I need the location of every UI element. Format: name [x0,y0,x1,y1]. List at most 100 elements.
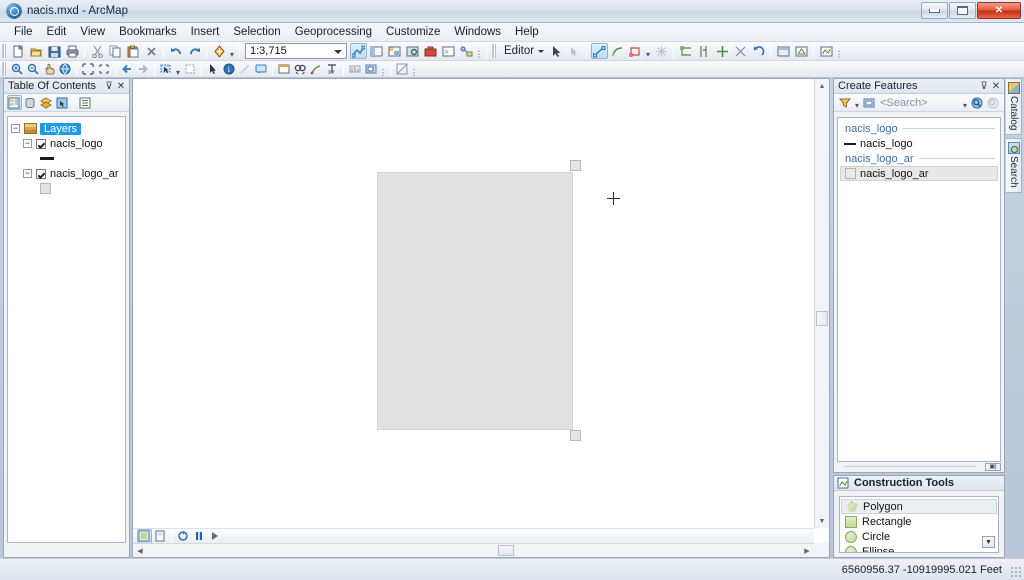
edit-annotation-icon[interactable] [566,43,583,59]
construction-tool-circle[interactable]: Circle [841,529,997,544]
full-extent-icon[interactable] [58,62,73,77]
select-elements-icon[interactable] [206,62,221,77]
arctoolbox-icon[interactable] [422,43,439,59]
maximize-button[interactable] [949,2,976,19]
menu-bookmarks[interactable]: Bookmarks [112,24,184,40]
editor-toolbar-icon[interactable] [349,43,367,59]
search-clear-icon[interactable] [986,95,1001,110]
editor-toolbar-grip[interactable] [492,44,496,58]
tools-toolbar-overflow-icon[interactable]: ⋮ [379,62,387,77]
expander-icon[interactable]: − [11,124,20,133]
html-popup-icon[interactable] [277,62,292,77]
standard-toolbar-overflow-icon[interactable]: ⋮ [475,44,483,59]
midpoint-icon[interactable] [653,43,670,59]
identify-icon[interactable]: i [222,62,237,77]
print-icon[interactable] [64,43,81,59]
add-data-icon[interactable] [211,43,228,59]
paste-icon[interactable] [125,43,142,59]
scroll-up-icon[interactable]: ▲ [815,79,829,93]
close-button[interactable]: ✕ [977,2,1021,19]
editor-menu-button[interactable]: Editor [499,45,547,57]
menu-customize[interactable]: Customize [379,24,447,40]
clear-selection-icon[interactable] [183,62,198,77]
map-horizontal-scrollbar[interactable]: ◀ ▶ [133,543,814,557]
undo-edit-icon[interactable] [750,43,767,59]
create-features-icon[interactable] [818,43,835,59]
menu-selection[interactable]: Selection [226,24,287,40]
bottom-right-handle[interactable] [570,430,581,441]
toc-root-layers[interactable]: − Layers [11,121,125,136]
layer-visibility-checkbox[interactable] [36,138,46,149]
model-builder-icon[interactable] [458,43,475,59]
table-of-contents-icon[interactable] [368,43,385,59]
next-extent-icon[interactable] [136,62,151,77]
vertical-scroll-thumb[interactable] [816,311,828,326]
create-features-pin-icon[interactable]: ⊽ [978,81,990,92]
construction-tools-scroll-down-icon[interactable]: ▼ [982,536,995,548]
list-by-selection-icon[interactable] [55,95,70,110]
list-by-drawing-order-icon[interactable] [6,95,22,110]
curve-segment-icon[interactable] [609,43,626,59]
feature-template-nacis-logo-ar[interactable]: nacis_logo_ar [840,166,998,181]
cut-icon[interactable] [89,43,106,59]
expander-icon[interactable]: − [23,169,32,178]
tools-toolbar-grip[interactable] [2,62,6,76]
select-features-icon[interactable] [159,62,174,77]
open-icon[interactable] [28,43,45,59]
list-by-source-icon[interactable] [23,95,38,110]
menu-windows[interactable]: Windows [447,24,508,40]
menu-geoprocessing[interactable]: Geoprocessing [288,24,379,40]
select-features-dropdown-icon[interactable]: ▾ [174,62,182,77]
split-icon[interactable] [696,43,713,59]
edit-tool-icon[interactable] [548,43,565,59]
scroll-left-icon[interactable]: ◀ [133,544,147,557]
trace-icon[interactable] [627,43,644,59]
continue-drawing-icon[interactable] [208,529,223,544]
hyperlink-icon[interactable] [254,62,269,77]
zoom-out-icon[interactable] [26,62,41,77]
fixed-zoom-out-icon[interactable] [97,62,112,77]
rotate-icon[interactable] [714,43,731,59]
time-slider-icon[interactable] [348,62,363,77]
toc-options-icon[interactable] [78,95,93,110]
construction-tool-polygon[interactable]: Polygon [841,499,997,514]
layer-visibility-checkbox[interactable] [36,168,46,179]
save-icon[interactable] [46,43,63,59]
resize-grip-icon[interactable] [1010,566,1022,578]
menu-view[interactable]: View [73,24,112,40]
construction-tool-rectangle[interactable]: Rectangle [841,514,997,529]
create-new-template-icon[interactable] [862,95,877,110]
side-tab-search[interactable]: Search [1006,138,1022,194]
toc-close-icon[interactable]: ✕ [115,81,127,92]
scale-dropdown-icon[interactable] [334,50,342,54]
create-viewer-window-icon[interactable] [364,62,379,77]
layout-view-icon[interactable] [153,529,168,544]
expander-icon[interactable]: − [23,139,32,148]
show-hide-panel-icon[interactable]: ▣| [985,462,1001,471]
editor-toolbar-overflow-icon[interactable]: ⋮ [835,44,843,59]
menu-file[interactable]: File [7,24,40,40]
trace-dropdown-icon[interactable]: ▾ [644,44,652,59]
toc-layer-nacis-logo-ar[interactable]: − nacis_logo_ar [11,166,125,181]
measure-icon[interactable] [238,62,253,77]
create-features-search-input[interactable]: <Search> [877,96,961,110]
find-icon[interactable] [293,62,308,77]
redo-icon[interactable] [186,43,203,59]
toc-symbol-nacis-logo[interactable] [11,151,125,166]
organize-templates-dropdown-icon[interactable]: ▾ [853,95,861,110]
search-go-icon[interactable] [970,95,985,110]
measure-area-icon[interactable] [395,62,410,77]
top-right-handle[interactable] [570,160,581,171]
scroll-down-icon[interactable]: ▼ [815,514,829,528]
search-window-icon[interactable] [404,43,421,59]
selected-polygon-feature[interactable] [377,172,573,430]
map-canvas[interactable] [133,79,814,528]
attributes-icon[interactable] [775,43,792,59]
previous-extent-icon[interactable] [120,62,135,77]
menu-insert[interactable]: Insert [184,24,227,40]
python-window-icon[interactable]: >_ [440,43,457,59]
feature-template-list[interactable]: nacis_logo nacis_logo nacis_logo_ar naci… [837,117,1001,462]
toolbar-overflow-2-icon[interactable]: ⋮ [410,62,418,77]
toc-layer-nacis-logo[interactable]: − nacis_logo [11,136,125,151]
map-vertical-scrollbar[interactable]: ▲ ▼ [814,79,829,528]
